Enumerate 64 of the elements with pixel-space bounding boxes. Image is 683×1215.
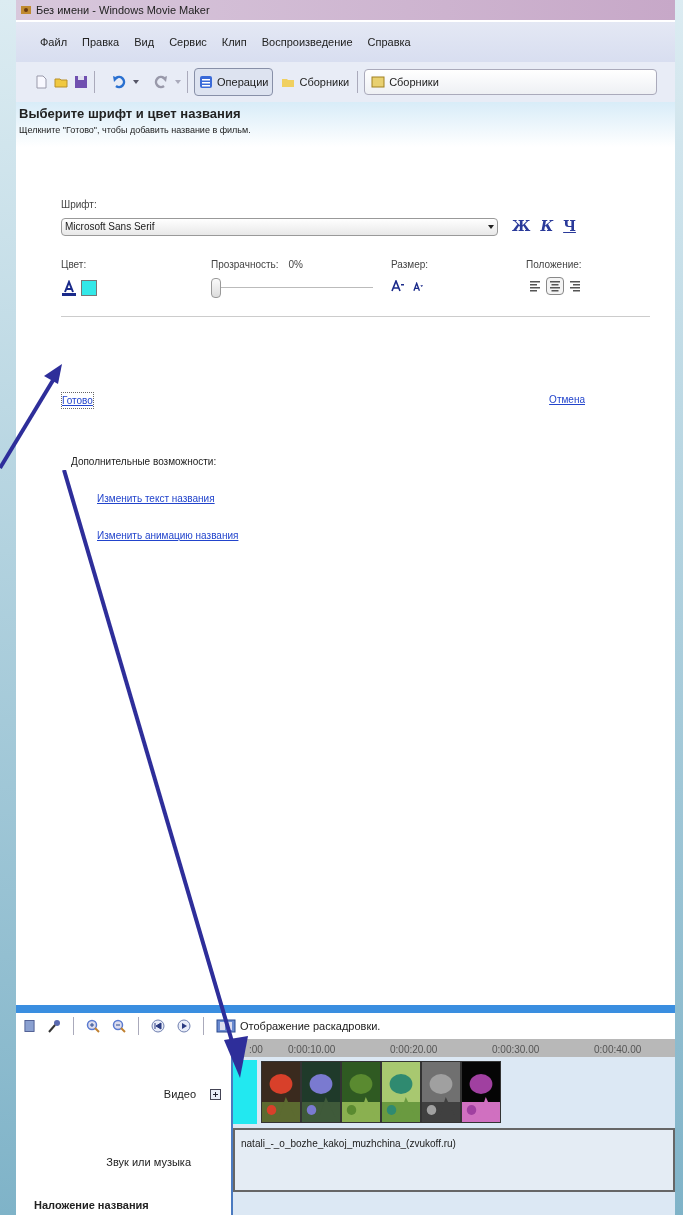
- menu-item[interactable]: Воспроизведение: [261, 33, 353, 51]
- title-clip[interactable]: [233, 1060, 257, 1124]
- menu-item[interactable]: Правка: [82, 33, 120, 51]
- plus-icon: [212, 1090, 219, 1098]
- ruler-tick-label: 0:00:40.00: [594, 1043, 643, 1057]
- play-icon[interactable]: [177, 1019, 191, 1033]
- dropdown-caret-icon[interactable]: [133, 80, 139, 84]
- transparency-reading: 0%: [288, 258, 303, 272]
- menu-item[interactable]: Вид: [134, 33, 155, 51]
- more-option-link[interactable]: Изменить анимацию названия: [97, 528, 239, 543]
- text-style-button[interactable]: Ж: [512, 216, 531, 237]
- ruler-tick-label: 0:00:10.00: [288, 1043, 337, 1057]
- more-options-label: Дополнительные возможности:: [71, 455, 218, 469]
- task-title: Выберите шрифт и цвет названия: [19, 105, 242, 123]
- align-icon: [529, 280, 541, 292]
- transparency-label: Прозрачность:: [211, 258, 279, 272]
- track-label: Видео: [163, 1086, 196, 1102]
- storyboard-icon[interactable]: [24, 1019, 35, 1033]
- caret-icon: [488, 224, 494, 229]
- position-label: Положение:: [526, 258, 583, 272]
- ruler-tick-label: :00: [248, 1043, 264, 1057]
- decrease-size-icon[interactable]: [413, 282, 424, 292]
- collection-icon: [371, 75, 386, 89]
- text-style-button[interactable]: Ч: [563, 216, 576, 237]
- storyboard-view-button[interactable]: Отображение раскадровки.: [216, 1017, 381, 1035]
- align-button[interactable]: [546, 277, 564, 295]
- tasks-button[interactable]: Операции: [194, 68, 274, 96]
- align-icon: [569, 280, 581, 292]
- task-subtitle: Щелкните "Готово", чтобы добавить название в фильм.: [19, 123, 252, 137]
- track-label: Наложение названия: [34, 1197, 149, 1213]
- window-title: Без имени - Windows Movie Maker: [36, 2, 210, 18]
- cancel-link[interactable]: Отмена: [549, 392, 585, 409]
- collections-button[interactable]: Сборники: [279, 68, 352, 96]
- menu-item[interactable]: Клип: [221, 33, 247, 51]
- transparency-slider[interactable]: [211, 278, 373, 298]
- zoom-out-icon[interactable]: [112, 1019, 126, 1033]
- menu-item[interactable]: Справка: [367, 33, 411, 51]
- slider-thumb[interactable]: [211, 278, 221, 298]
- color-swatch[interactable]: [81, 280, 97, 296]
- menu-item[interactable]: Сервис: [169, 33, 207, 51]
- font-dropdown[interactable]: Microsoft Sans Serif: [61, 217, 498, 236]
- done-link[interactable]: Готово: [61, 392, 94, 409]
- color-label: Цвет:: [61, 258, 88, 272]
- align-icon: [549, 280, 561, 292]
- text-style-button[interactable]: К: [540, 216, 554, 237]
- list-icon: [199, 75, 213, 89]
- ruler-tick-label: 0:00:20.00: [390, 1043, 439, 1057]
- zoom-in-icon[interactable]: [86, 1019, 100, 1033]
- menu-item[interactable]: Файл: [40, 33, 68, 51]
- text-color-icon[interactable]: [61, 280, 77, 296]
- more-option-link[interactable]: Изменить текст названия: [97, 491, 215, 506]
- rewind-icon[interactable]: [151, 1019, 165, 1033]
- collections-field[interactable]: Сборники: [364, 69, 657, 95]
- audio-clip[interactable]: natali_-_o_bozhe_kakoj_muzhchina_(zvukoff.ru): [233, 1128, 675, 1192]
- save-icon[interactable]: [74, 75, 88, 89]
- ruler-tick-label: 0:00:30.00: [492, 1043, 541, 1057]
- app-icon: [20, 4, 32, 16]
- font-label: Шрифт:: [61, 198, 98, 212]
- undo-icon[interactable]: [111, 75, 127, 89]
- size-label: Размер:: [391, 258, 430, 272]
- microphone-icon[interactable]: [47, 1019, 61, 1033]
- increase-size-icon[interactable]: [391, 280, 405, 292]
- track-label: Звук или музыка: [106, 1154, 191, 1170]
- expand-toggle[interactable]: [210, 1088, 221, 1100]
